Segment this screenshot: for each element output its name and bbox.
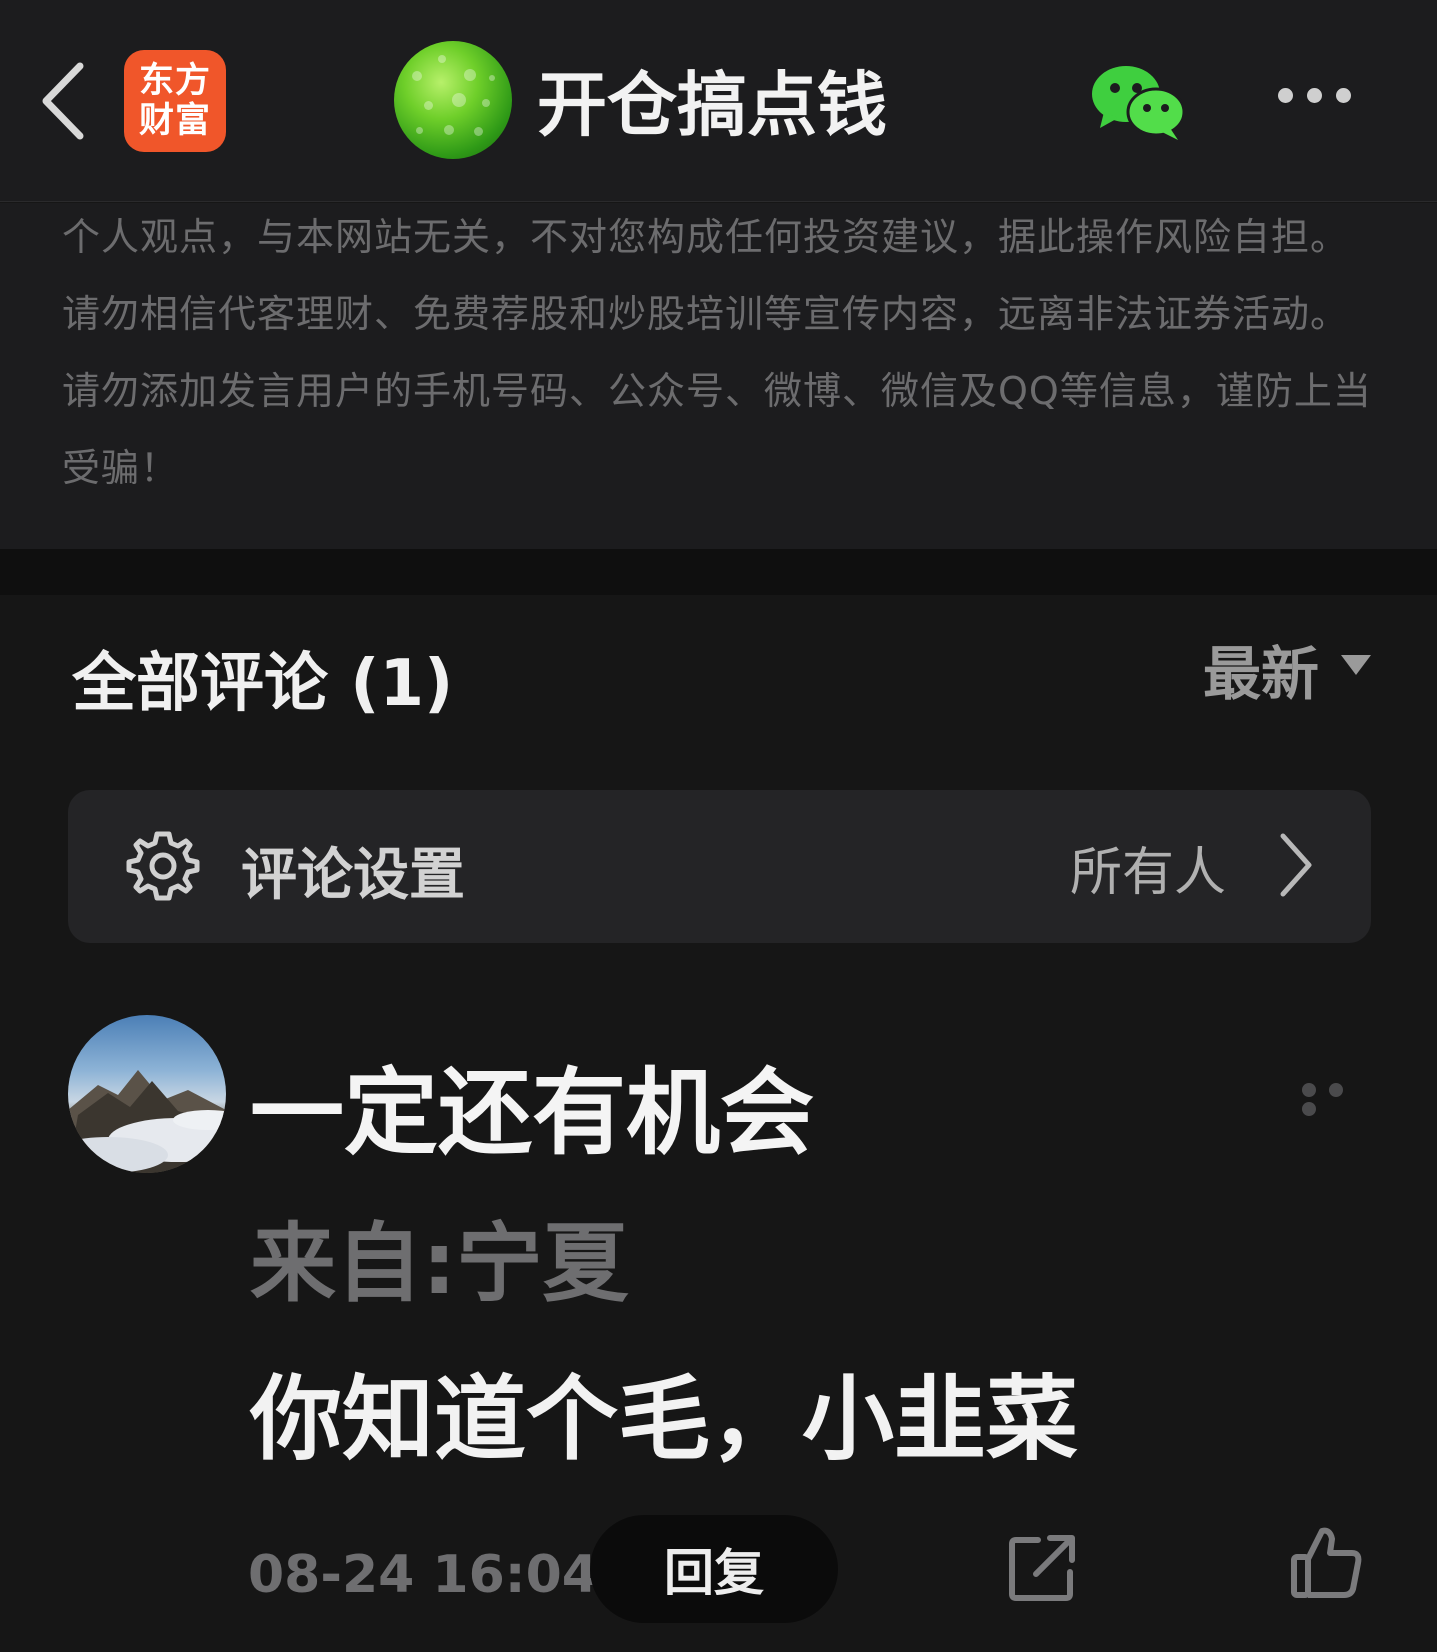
comment-settings-row[interactable]: 评论设置 所有人 xyxy=(68,790,1371,943)
user-avatar[interactable] xyxy=(68,1015,226,1173)
comment-settings-label: 评论设置 xyxy=(241,843,465,908)
comments-section: 全部评论 (1) 最新 评论设置 所有人 一定还有机会 来自:宁夏 你知道个毛，… xyxy=(0,595,1437,1652)
comment-settings-value: 所有人 xyxy=(1069,843,1226,903)
comment-timestamp: 08-24 16:04 xyxy=(248,1545,598,1605)
more-icon[interactable] xyxy=(1302,1082,1382,1116)
app-logo[interactable]: 东方 财富 xyxy=(124,50,226,152)
sort-label: 最新 xyxy=(1202,640,1319,708)
channel-title: 开仓搞点钱 xyxy=(537,64,887,146)
comment-item: 一定还有机会 来自:宁夏 你知道个毛，小韭菜 08-24 16:04 回复 xyxy=(0,1015,1437,1652)
gear-icon xyxy=(126,831,200,901)
app-logo-text-1: 东方 xyxy=(138,61,211,101)
back-icon[interactable] xyxy=(36,58,96,144)
wechat-icon[interactable] xyxy=(1090,62,1186,142)
more-icon[interactable] xyxy=(1278,88,1368,118)
section-divider xyxy=(0,549,1437,595)
caret-down-icon xyxy=(1341,655,1371,675)
comment-username[interactable]: 一定还有机会 xyxy=(250,1037,814,1173)
comment-text: 你知道个毛，小韭菜 xyxy=(250,1366,1079,1473)
comments-header: 全部评论 (1) xyxy=(72,647,454,721)
chevron-right-icon xyxy=(1280,833,1312,897)
share-icon[interactable] xyxy=(1008,1532,1078,1602)
sort-dropdown[interactable]: 最新 xyxy=(1203,627,1371,711)
top-bar: 东方 财富 开仓搞点钱 xyxy=(0,0,1437,202)
disclaimer-text: 个人观点，与本网站无关，不对您构成任何投资建议，据此操作风险自担。请勿相信代客理… xyxy=(62,215,1372,490)
app-logo-text-2: 财富 xyxy=(138,101,211,141)
mountain-image xyxy=(68,1070,226,1173)
disclaimer-panel: 个人观点，与本网站无关，不对您构成任何投资建议，据此操作风险自担。请勿相信代客理… xyxy=(0,203,1437,549)
channel-avatar[interactable] xyxy=(394,41,512,159)
comment-location: 来自:宁夏 xyxy=(250,1214,629,1314)
thumbs-up-icon[interactable] xyxy=(1290,1525,1362,1599)
reply-button[interactable]: 回复 xyxy=(590,1515,838,1623)
